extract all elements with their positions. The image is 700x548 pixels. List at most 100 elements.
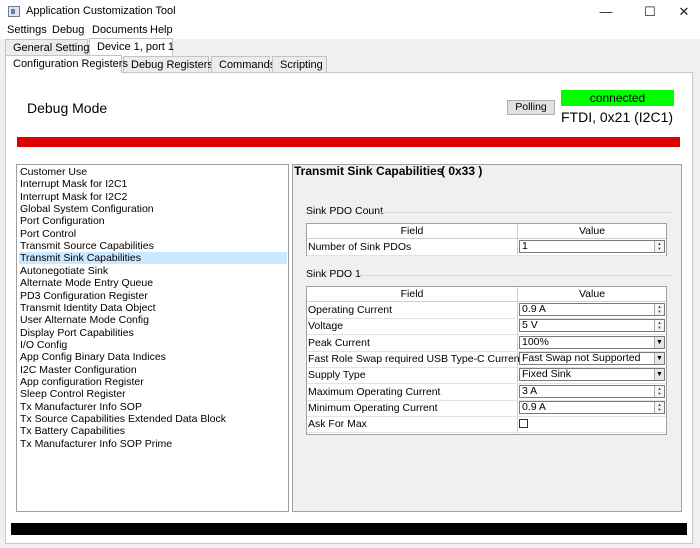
value-text: Fast Swap not Supported (522, 351, 641, 364)
table-row: Maximum Operating Current 3 A ▲ ▼ (307, 384, 666, 401)
table-row: Number of Sink PDOs 1 ▲ ▼ (307, 239, 666, 256)
tab-debug-registers[interactable]: Debug Registers (123, 56, 213, 73)
table-row: Voltage 5 V ▲ ▼ (307, 318, 666, 336)
field-label: Supply Type (308, 369, 366, 382)
register-list-item[interactable]: Interrupt Mask for I2C2 (19, 191, 287, 203)
register-list-item[interactable]: Transmit Sink Capabilities (19, 252, 287, 265)
register-list-item[interactable]: Global System Configuration (19, 203, 287, 215)
tab-general-settings[interactable]: General Settings (5, 39, 95, 56)
group-title-sink-pdo-1: Sink PDO 1 (306, 268, 361, 280)
table-row: Operating Current 0.9 A ▲ ▼ (307, 302, 666, 319)
group-title-sink-pdo-count: Sink PDO Count (306, 205, 384, 217)
register-list-item[interactable]: Port Control (19, 228, 287, 240)
register-list-item[interactable]: Interrupt Mask for I2C1 (19, 178, 287, 190)
minimize-button[interactable]: — (586, 0, 626, 23)
table-header: Field Value (307, 287, 666, 302)
sink-pdo-1-table: Field Value Operating Current 0.9 A ▲ ▼ Volt… (306, 286, 667, 435)
field-label: Maximum Operating Current (308, 385, 441, 398)
chevron-down-icon[interactable]: ▼ (654, 336, 664, 348)
table-row: Ask For Max (307, 416, 666, 434)
register-list-item[interactable]: App configuration Register (19, 376, 287, 388)
value-spinbox[interactable]: 0.9 A ▲ ▼ (519, 400, 665, 414)
value-text: 0.9 A (522, 400, 546, 413)
table-row: Supply Type Fixed Sink ▼ (307, 367, 666, 385)
register-list-item[interactable]: I2C Master Configuration (19, 364, 287, 376)
spin-arrows-icon[interactable]: ▲ ▼ (654, 241, 664, 252)
polling-button[interactable]: Polling (507, 100, 555, 115)
register-list-item[interactable]: PD3 Configuration Register (19, 290, 287, 302)
register-list-item[interactable]: Tx Manufacturer Info SOP (19, 401, 287, 413)
tab-scripting[interactable]: Scripting (272, 56, 327, 73)
field-label: Ask For Max (308, 418, 367, 431)
title-bar: Application Customization Tool — ☐ ✕ (0, 0, 700, 23)
alert-bar (17, 137, 680, 147)
value-text: 5 V (522, 319, 538, 332)
value-dropdown[interactable]: 100% ▼ (519, 335, 665, 349)
value-spinbox[interactable]: 0.9 A ▲ ▼ (519, 303, 665, 316)
spin-arrows-icon[interactable]: ▲ ▼ (654, 320, 664, 332)
field-label: Minimum Operating Current (308, 401, 438, 414)
table-row: Minimum Operating Current 0.9 A ▲ ▼ (307, 400, 666, 417)
group-divider (380, 212, 672, 213)
close-button[interactable]: ✕ (664, 0, 700, 23)
register-list-item[interactable]: User Alternate Mode Config (19, 314, 287, 326)
column-header-value: Value (578, 288, 606, 300)
device-info: FTDI, 0x21 (I2C1) (561, 109, 674, 125)
field-label: Fast Role Swap required USB Type-C Curre… (308, 352, 523, 365)
panel-title: Transmit Sink Capabilities (294, 164, 444, 178)
chevron-down-icon[interactable]: ▼ (654, 369, 664, 381)
value-spinbox[interactable]: 5 V ▲ ▼ (519, 319, 665, 333)
value-dropdown[interactable]: Fast Swap not Supported ▼ (519, 351, 665, 365)
debug-mode-label: Debug Mode (27, 100, 108, 116)
value-spinbox[interactable]: 1 ▲ ▼ (519, 240, 665, 253)
register-list-item[interactable]: I/O Config (19, 339, 287, 351)
register-list-item[interactable]: Tx Manufacturer Info SOP Prime (19, 438, 287, 450)
register-list[interactable]: Customer Use Interrupt Mask for I2C1 Inter… (16, 164, 289, 512)
table-header: Field Value (307, 224, 666, 239)
field-label: Operating Current (308, 304, 393, 316)
window-title: Application Customization Tool (26, 5, 176, 17)
value-text: 3 A (522, 384, 538, 397)
value-text: 1 (522, 240, 528, 252)
connection-status-badge: connected (561, 90, 674, 106)
register-list-item[interactable]: Transmit Source Capabilities (19, 240, 287, 252)
menu-bar: Settings Debug Documents Help (0, 23, 700, 39)
table-row: Fast Role Swap required USB Type-C Curre… (307, 351, 666, 368)
register-list-item[interactable]: Transmit Identity Data Object (19, 302, 287, 314)
value-text: 0.9 A (522, 303, 546, 315)
ask-for-max-checkbox[interactable] (519, 419, 528, 429)
value-text: Fixed Sink (522, 368, 572, 381)
menu-help[interactable]: Help (150, 24, 173, 36)
value-spinbox[interactable]: 3 A ▲ ▼ (519, 384, 665, 398)
register-list-item[interactable]: Sleep Control Register (19, 388, 287, 400)
register-list-item[interactable]: Port Configuration (19, 215, 287, 227)
tab-configuration-registers[interactable]: Configuration Registers (5, 55, 128, 73)
register-list-item[interactable]: Tx Battery Capabilities (19, 425, 287, 437)
register-list-item[interactable]: Display Port Capabilities (19, 327, 287, 339)
field-label: Voltage (308, 320, 344, 333)
menu-debug[interactable]: Debug (52, 24, 84, 36)
column-header-field: Field (400, 225, 424, 237)
value-dropdown[interactable]: Fixed Sink ▼ (519, 368, 665, 382)
chevron-down-icon[interactable]: ▼ (654, 352, 664, 364)
status-bar (11, 523, 687, 535)
table-row: Peak Current 100% ▼ (307, 335, 666, 352)
app-icon (8, 6, 20, 17)
spin-arrows-icon[interactable]: ▲ ▼ (654, 304, 664, 315)
register-list-item[interactable]: Customer Use (19, 166, 287, 178)
column-header-value: Value (578, 225, 606, 237)
tab-commands[interactable]: Commands (211, 56, 275, 73)
register-list-item[interactable]: Alternate Mode Entry Queue (19, 277, 287, 289)
field-label: Number of Sink PDOs (308, 241, 412, 253)
group-divider (360, 275, 672, 276)
menu-settings[interactable]: Settings (7, 24, 47, 36)
register-list-item[interactable]: App Config Binary Data Indices (19, 351, 287, 363)
register-list-item[interactable]: Tx Source Capabilities Extended Data Blo… (19, 413, 287, 425)
spin-arrows-icon[interactable]: ▲ ▼ (654, 385, 664, 397)
tab-device-port[interactable]: Device 1, port 1 (89, 38, 174, 56)
sink-pdo-count-table: Field Value Number of Sink PDOs 1 ▲ ▼ (306, 223, 667, 256)
menu-documents[interactable]: Documents (92, 24, 148, 36)
spin-arrows-icon[interactable]: ▲ ▼ (654, 401, 664, 413)
field-label: Peak Current (308, 336, 370, 349)
register-list-item[interactable]: Autonegotiate Sink (19, 265, 287, 277)
